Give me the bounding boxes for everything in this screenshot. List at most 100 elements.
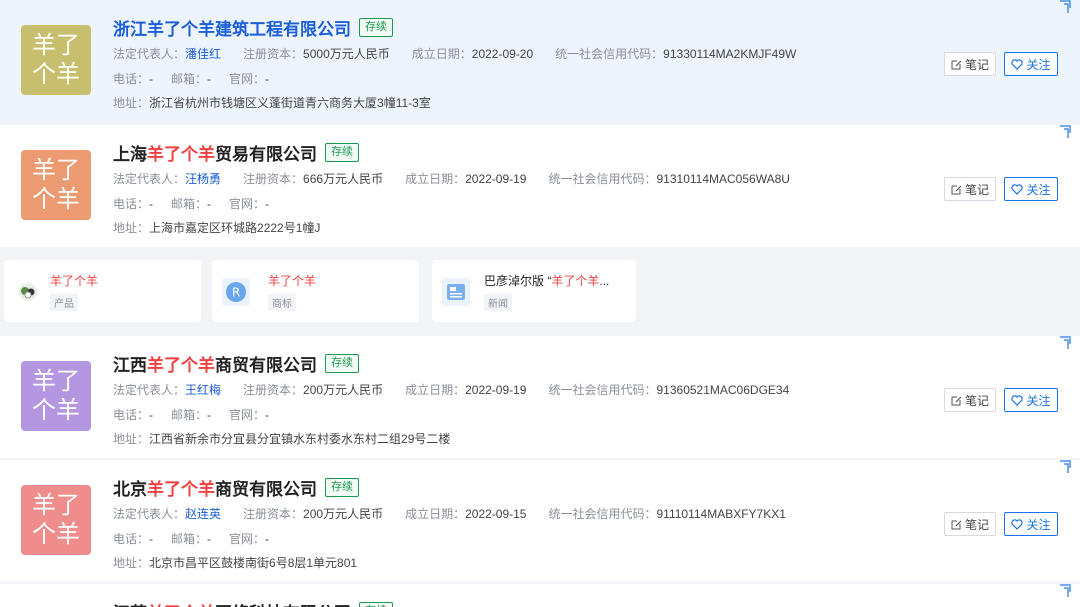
related-title-suffix[interactable]: ... (599, 274, 609, 288)
company-card[interactable]: 羊了 个羊 北京 羊了个羊 商贸有限公司 存续 法定代表人：赵连英 注册资本：200万… (0, 460, 1080, 582)
logo-text-1: 羊了 (32, 31, 80, 59)
phone-value: - (149, 532, 154, 546)
phone-label: 电话： (113, 72, 150, 86)
company-name-keyword[interactable]: 羊了个羊 (147, 351, 215, 376)
company-name[interactable]: 江西 羊了个羊 商贸有限公司 存续 (113, 351, 359, 376)
related-title[interactable]: 羊了个羊 (50, 274, 98, 288)
company-name-suffix[interactable]: 贸易有限公司 (215, 140, 317, 165)
related-title[interactable]: 羊了个羊 (551, 274, 599, 288)
company-name-prefix[interactable]: 北京 (113, 475, 147, 500)
news-icon (442, 278, 470, 306)
address-value: 上海市嘉定区环城路2222号1幢J (149, 221, 321, 235)
monitor-corner-icon[interactable] (1058, 584, 1072, 598)
company-logo[interactable]: 羊了 个羊 (21, 25, 91, 95)
phone-label: 电话： (113, 197, 150, 211)
company-name-keyword[interactable]: 羊了个羊 (147, 475, 215, 500)
capital-value: 200万元人民币 (303, 507, 384, 521)
related-card-news[interactable]: 巴彦淖尔版 “羊了个羊... 新闻 (432, 260, 636, 322)
monitor-corner-icon[interactable] (1058, 336, 1072, 350)
company-logo[interactable]: 羊了 个羊 (21, 150, 91, 220)
company-card[interactable]: 羊了 个羊 上海 羊了个羊 贸易有限公司 存续 法定代表人：汪杨勇 注册资本：666万… (0, 125, 1080, 247)
legal-rep-label: 法定代表人： (113, 172, 186, 186)
heart-icon (1011, 58, 1024, 70)
company-name-keyword[interactable]: 羊了个羊 (147, 599, 215, 607)
credit-value: 91110114MABXFY7KX1 (656, 507, 786, 521)
company-name-prefix[interactable]: 上海 (113, 140, 147, 165)
note-label: 笔记 (964, 393, 989, 408)
company-name-text[interactable]: 浙江羊了个羊建筑工程有限公司 (113, 15, 351, 40)
email-label: 邮箱： (171, 532, 208, 546)
related-type-badge: 新闻 (484, 294, 512, 311)
founded-label: 成立日期： (405, 507, 466, 521)
follow-button[interactable]: 关注 (1004, 52, 1058, 76)
credit-value: 91360521MAC06DGE34 (656, 383, 790, 397)
company-name[interactable]: 浙江羊了个羊建筑工程有限公司 存续 (113, 15, 393, 40)
capital-label: 注册资本： (243, 507, 304, 521)
logo-text-1: 羊了 (32, 491, 80, 519)
capital-value: 5000万元人民币 (303, 47, 390, 61)
company-name-suffix[interactable]: 商贸有限公司 (215, 351, 317, 376)
company-card[interactable]: 江苏羊了个羊网络科技有限公司 存续 (0, 584, 1080, 607)
company-info-row: 法定代表人：汪杨勇 注册资本：666万元人民币 成立日期：2022-09-19 统一社… (113, 170, 790, 187)
company-card[interactable]: 羊了 个羊 浙江羊了个羊建筑工程有限公司 存续 法定代表人：潘佳红 注册资本：50… (0, 0, 1080, 122)
follow-button[interactable]: 关注 (1004, 388, 1058, 412)
credit-label: 统一社会信用代码： (548, 172, 657, 186)
email-value: - (207, 532, 212, 546)
company-logo[interactable]: 羊了 个羊 (21, 361, 91, 431)
trademark-r-icon: R (222, 278, 250, 306)
company-name-prefix[interactable]: 江苏 (113, 599, 147, 607)
phone-label: 电话： (113, 408, 150, 422)
heart-icon (1011, 394, 1024, 406)
status-badge: 存续 (359, 18, 393, 37)
logo-text-1: 羊了 (32, 156, 80, 184)
follow-button[interactable]: 关注 (1004, 512, 1058, 536)
founded-value: 2022-09-15 (465, 507, 527, 521)
credit-label: 统一社会信用代码： (555, 47, 664, 61)
address-value: 江西省新余市分宜县分宜镇水东村委水东村二组29号二楼 (149, 432, 451, 446)
sheep-product-icon (14, 278, 42, 306)
follow-button[interactable]: 关注 (1004, 177, 1058, 201)
legal-rep-link[interactable]: 王红梅 (185, 383, 221, 397)
legal-rep-link[interactable]: 潘佳红 (185, 47, 221, 61)
company-name-suffix[interactable]: 商贸有限公司 (215, 475, 317, 500)
contact-row: 电话：- 邮箱：- 官网：- (113, 195, 269, 212)
company-card[interactable]: 羊了 个羊 江西 羊了个羊 商贸有限公司 存续 法定代表人：王红梅 注册资本：200万… (0, 336, 1080, 458)
address-value: 浙江省杭州市钱塘区义蓬街道青六商务大厦3幢11-3室 (149, 96, 431, 110)
email-value: - (207, 408, 212, 422)
company-name[interactable]: 上海 羊了个羊 贸易有限公司 存续 (113, 140, 359, 165)
related-card-product[interactable]: 羊了个羊 产品 (4, 260, 201, 322)
monitor-corner-icon[interactable] (1058, 460, 1072, 474)
company-name-prefix[interactable]: 江西 (113, 351, 147, 376)
monitor-corner-icon[interactable] (1058, 0, 1072, 14)
email-value: - (207, 72, 212, 86)
company-info-row: 法定代表人：王红梅 注册资本：200万元人民币 成立日期：2022-09-19 统一社… (113, 381, 789, 398)
credit-value: 91310114MAC056WA8U (656, 172, 790, 186)
note-button[interactable]: 笔记 (944, 52, 996, 76)
site-label: 官网： (229, 532, 266, 546)
logo-text-2: 个羊 (32, 185, 80, 213)
credit-label: 统一社会信用代码： (548, 383, 657, 397)
capital-value: 666万元人民币 (303, 172, 384, 186)
status-badge: 存续 (325, 143, 359, 162)
status-badge: 存续 (359, 602, 393, 607)
site-value: - (265, 408, 270, 422)
capital-value: 200万元人民币 (303, 383, 384, 397)
related-title[interactable]: 羊了个羊 (268, 274, 316, 288)
company-name-keyword[interactable]: 羊了个羊 (147, 140, 215, 165)
related-card-trademark[interactable]: R 羊了个羊 商标 (212, 260, 419, 322)
company-name[interactable]: 江苏羊了个羊网络科技有限公司 存续 (113, 599, 393, 607)
related-title-prefix[interactable]: 巴彦淖尔版 “ (484, 274, 551, 288)
note-button[interactable]: 笔记 (944, 388, 996, 412)
company-name-suffix[interactable]: 网络科技有限公司 (215, 599, 351, 607)
founded-value: 2022-09-20 (471, 47, 534, 61)
legal-rep-link[interactable]: 赵连英 (185, 507, 221, 521)
note-button[interactable]: 笔记 (944, 177, 996, 201)
company-logo[interactable]: 羊了 个羊 (21, 485, 91, 555)
monitor-corner-icon[interactable] (1058, 125, 1072, 139)
address-label: 地址： (113, 221, 150, 235)
credit-value: 91330114MA2KMJF49W (663, 47, 797, 61)
note-button[interactable]: 笔记 (944, 512, 996, 536)
phone-label: 电话： (113, 532, 150, 546)
company-name[interactable]: 北京 羊了个羊 商贸有限公司 存续 (113, 475, 359, 500)
legal-rep-link[interactable]: 汪杨勇 (185, 172, 221, 186)
